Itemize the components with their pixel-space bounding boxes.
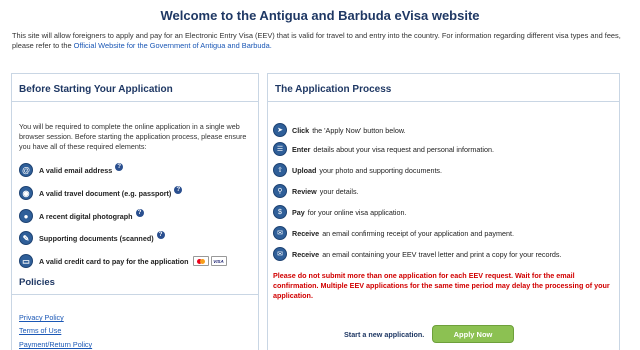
page-title: Welcome to the Antigua and Barbuda eVisa… [160, 8, 480, 23]
mail-icon: ✉ [273, 247, 287, 261]
review-icon: ⚲ [273, 184, 287, 198]
start-application-label: Start a new application. [344, 330, 425, 339]
requirement-credit-card: ▭ A valid credit card to pay for the app… [19, 254, 229, 268]
step-click: ➤ Click the 'Apply Now' button below. [273, 123, 406, 137]
person-icon: ● [19, 209, 33, 223]
before-starting-lead: You will be required to complete the onl… [19, 122, 247, 151]
intro-text: This site will allow foreigners to apply… [12, 31, 626, 51]
step-text: for your online visa application. [307, 207, 407, 217]
visa-icon: VISA [210, 256, 227, 266]
step-verb: Upload [292, 165, 317, 175]
requirement-travel-document: ◉ A valid travel document (e.g. passport… [19, 186, 183, 200]
clip-icon: ✎ [19, 231, 33, 245]
privacy-policy-link[interactable]: Privacy Policy [19, 313, 64, 322]
requirement-label: A valid travel document (e.g. passport) [39, 188, 172, 198]
step-enter: ☰ Enter details about your visa request … [273, 142, 494, 156]
official-website-link[interactable]: Official Website for the Government of A… [74, 41, 272, 50]
step-review: ⚲ Review your details. [273, 184, 359, 198]
requirement-photo: ● A recent digital photograph ? [19, 209, 144, 223]
step-text: details about your visa request and pers… [313, 144, 494, 154]
form-icon: ☰ [273, 142, 287, 156]
help-icon[interactable]: ? [115, 163, 124, 171]
step-upload: ⇧ Upload your photo and supporting docum… [273, 163, 442, 177]
terms-of-use-link[interactable]: Terms of Use [19, 326, 61, 335]
before-starting-panel: Before Starting Your Application You wil… [11, 73, 259, 350]
step-text: an email confirming receipt of your appl… [322, 228, 514, 238]
policies-heading: Policies [12, 277, 258, 295]
step-text: your details. [319, 186, 359, 196]
mastercard-icon [192, 256, 209, 266]
card-icon: ▭ [19, 254, 33, 268]
payment-cards: VISA [192, 256, 229, 266]
requirement-label: A valid email address [39, 165, 113, 175]
step-verb: Pay [292, 207, 305, 217]
requirement-email: @ A valid email address ? [19, 163, 124, 177]
step-receive-confirmation: ✉ Receive an email confirming receipt of… [273, 226, 514, 240]
step-text: an email containing your EEV travel lett… [322, 249, 562, 259]
step-text: the 'Apply Now' button below. [312, 125, 406, 135]
requirement-label: A recent digital photograph [39, 211, 133, 221]
requirement-label: A valid credit card to pay for the appli… [39, 256, 189, 266]
apply-now-button[interactable]: Apply Now [432, 325, 514, 343]
help-icon[interactable]: ? [156, 231, 165, 239]
upload-icon: ⇧ [273, 163, 287, 177]
step-receive-letter: ✉ Receive an email containing your EEV t… [273, 247, 562, 261]
warning-message: Please do not submit more than one appli… [273, 271, 610, 300]
application-process-heading: The Application Process [268, 74, 619, 102]
requirement-documents: ✎ Supporting documents (scanned) ? [19, 231, 165, 245]
cursor-icon: ➤ [273, 123, 287, 137]
step-verb: Receive [292, 249, 320, 259]
step-verb: Receive [292, 228, 320, 238]
step-verb: Review [292, 186, 317, 196]
pay-icon: $ [273, 205, 287, 219]
payment-return-policy-link[interactable]: Payment/Return Policy [19, 340, 92, 349]
step-verb: Enter [292, 144, 311, 154]
at-icon: @ [19, 163, 33, 177]
help-icon[interactable]: ? [135, 209, 144, 217]
requirement-label: Supporting documents (scanned) [39, 233, 154, 243]
step-pay: $ Pay for your online visa application. [273, 205, 406, 219]
step-text: your photo and supporting documents. [319, 165, 443, 175]
passport-icon: ◉ [19, 186, 33, 200]
mail-icon: ✉ [273, 226, 287, 240]
before-starting-heading: Before Starting Your Application [12, 74, 258, 102]
help-icon[interactable]: ? [174, 186, 183, 194]
step-verb: Click [292, 125, 310, 135]
application-process-panel: The Application Process ➤ Click the 'App… [267, 73, 620, 350]
